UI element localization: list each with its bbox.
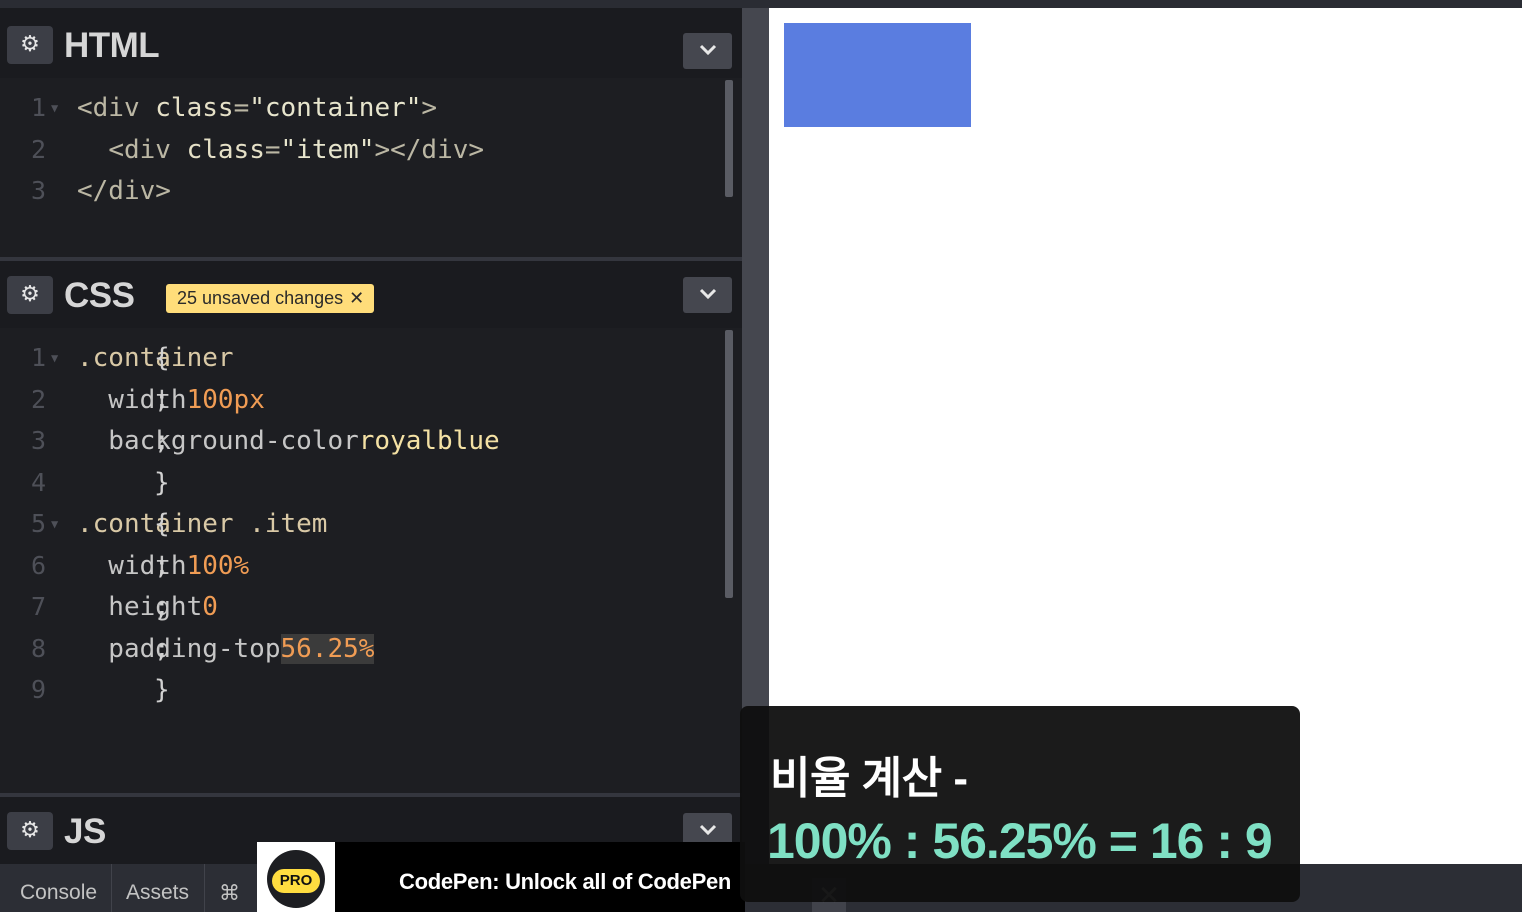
code-token: ; [154, 384, 170, 415]
promo-banner[interactable]: CodePen: Unlock all of CodePen [335, 842, 745, 912]
preview-container-box [784, 23, 971, 127]
code-token: background-color [77, 426, 359, 456]
line-number: 1 [30, 343, 46, 372]
code-text: .container { [77, 338, 249, 378]
code-token: </div> [77, 176, 171, 206]
css-pane-title: CSS [64, 276, 135, 315]
code-line[interactable]: 9} [0, 670, 720, 710]
unsaved-changes-badge[interactable]: 25 unsaved changes ✕ [166, 284, 375, 313]
code-line[interactable]: 6 width: 100%; [0, 546, 720, 586]
code-text: background-color: royalblue; [77, 421, 500, 461]
code-token: <div [108, 134, 187, 165]
code-token: ; [154, 550, 170, 581]
html-pane-header: ⚙ HTML [0, 8, 742, 78]
code-token: = [233, 93, 250, 123]
line-number: 8 [30, 633, 46, 663]
code-line[interactable]: 4} [0, 463, 720, 503]
line-number: 3 [30, 426, 46, 455]
code-token: 0 [202, 592, 218, 622]
css-code-editor[interactable]: 1 ▼ .container {2 width: 100px; 3 backgroun… [0, 328, 742, 794]
chevron-down-icon [699, 44, 716, 56]
code-token: { [154, 509, 170, 539]
line-number: 5 [30, 509, 46, 538]
line-number: 4 [30, 467, 46, 497]
fold-arrow-icon[interactable]: ▼ [51, 338, 58, 378]
css-collapse-button[interactable] [683, 277, 732, 313]
html-code-editor[interactable]: 1 ▼ <div class="container"> 2 <div class="i… [0, 78, 742, 258]
code-line[interactable]: 7 height: 0; [0, 587, 720, 627]
code-text: <div class="item"></div> [77, 130, 484, 170]
code-token: .container .item [77, 509, 344, 539]
code-token: class [155, 93, 234, 123]
code-token: ; [154, 592, 170, 622]
code-token: ; [154, 426, 170, 456]
caption-title: 비율 계산 - [770, 754, 968, 803]
top-strip [0, 0, 1522, 8]
close-icon[interactable]: ✕ [349, 288, 364, 308]
line-number: 9 [30, 675, 46, 704]
code-line[interactable]: 2 <div class="item"></div> [0, 130, 720, 170]
code-token: = [264, 134, 281, 165]
divider [204, 864, 205, 912]
chevron-down-icon [699, 824, 716, 836]
unsaved-changes-label: 25 unsaved changes [177, 288, 344, 308]
pro-label: PRO [272, 869, 320, 893]
code-token: { [154, 343, 170, 373]
code-line[interactable]: 3 background-color: royalblue; [0, 421, 720, 461]
divider [111, 864, 112, 912]
fold-arrow-icon[interactable]: ▼ [51, 88, 58, 128]
code-line[interactable]: 1 ▼ <div class="container"> [0, 88, 720, 128]
chevron-down-icon [699, 288, 716, 300]
promo-text: CodePen: Unlock all of CodePen [399, 869, 732, 894]
fold-arrow-icon[interactable]: ▼ [51, 504, 58, 544]
gear-icon[interactable]: ⚙ [7, 276, 53, 314]
code-token: 56.25% [280, 633, 375, 664]
gear-icon[interactable]: ⚙ [7, 26, 53, 64]
code-text: width: 100px; [77, 380, 265, 420]
code-line[interactable]: 2 width: 100px; [0, 380, 720, 420]
html-collapse-button[interactable] [683, 33, 732, 69]
code-token: <div [77, 93, 156, 123]
css-scrollbar[interactable] [725, 330, 733, 598]
line-number: 2 [30, 384, 46, 414]
code-line[interactable]: 1 ▼ .container { [0, 338, 720, 378]
code-text: <div class="container"> [77, 88, 437, 128]
code-token: "item" [280, 134, 375, 165]
console-button[interactable]: Console [20, 864, 97, 912]
code-text: .container .item { [77, 504, 343, 544]
code-token: > [421, 93, 438, 123]
line-number: 1 [30, 93, 46, 122]
shortcuts-button[interactable]: ⌘ [219, 864, 240, 912]
code-token: ; [154, 633, 170, 664]
caption-formula: 100% : 56.25% = 16 : 9 [767, 813, 1273, 869]
code-line[interactable]: 5 ▼ .container .item { [0, 504, 720, 544]
assets-button[interactable]: Assets [126, 864, 189, 912]
code-line[interactable]: 8 padding-top: 56.25%; [0, 629, 720, 669]
code-text: padding-top: 56.25%; [77, 629, 375, 669]
code-token: 100% [186, 550, 250, 581]
code-token: 100px [186, 384, 265, 415]
line-number: 7 [30, 592, 46, 621]
line-number: 6 [30, 550, 46, 580]
code-token: } [154, 675, 170, 705]
code-text: height: 0; [77, 587, 218, 627]
code-token: "container" [249, 93, 422, 123]
code-token: class [186, 134, 265, 165]
code-token: ></div> [374, 134, 485, 165]
code-token: } [154, 467, 170, 498]
line-number: 2 [30, 134, 46, 164]
js-pane-title: JS [64, 812, 106, 851]
code-text: width: 100%; [77, 546, 249, 586]
code-line[interactable]: 3 </div> [0, 171, 720, 211]
gear-icon[interactable]: ⚙ [7, 812, 53, 850]
html-pane-title: HTML [64, 26, 160, 65]
code-text: </div> [77, 171, 171, 211]
html-scrollbar[interactable] [725, 80, 733, 197]
code-token: royalblue [358, 426, 500, 456]
line-number: 3 [30, 176, 46, 205]
